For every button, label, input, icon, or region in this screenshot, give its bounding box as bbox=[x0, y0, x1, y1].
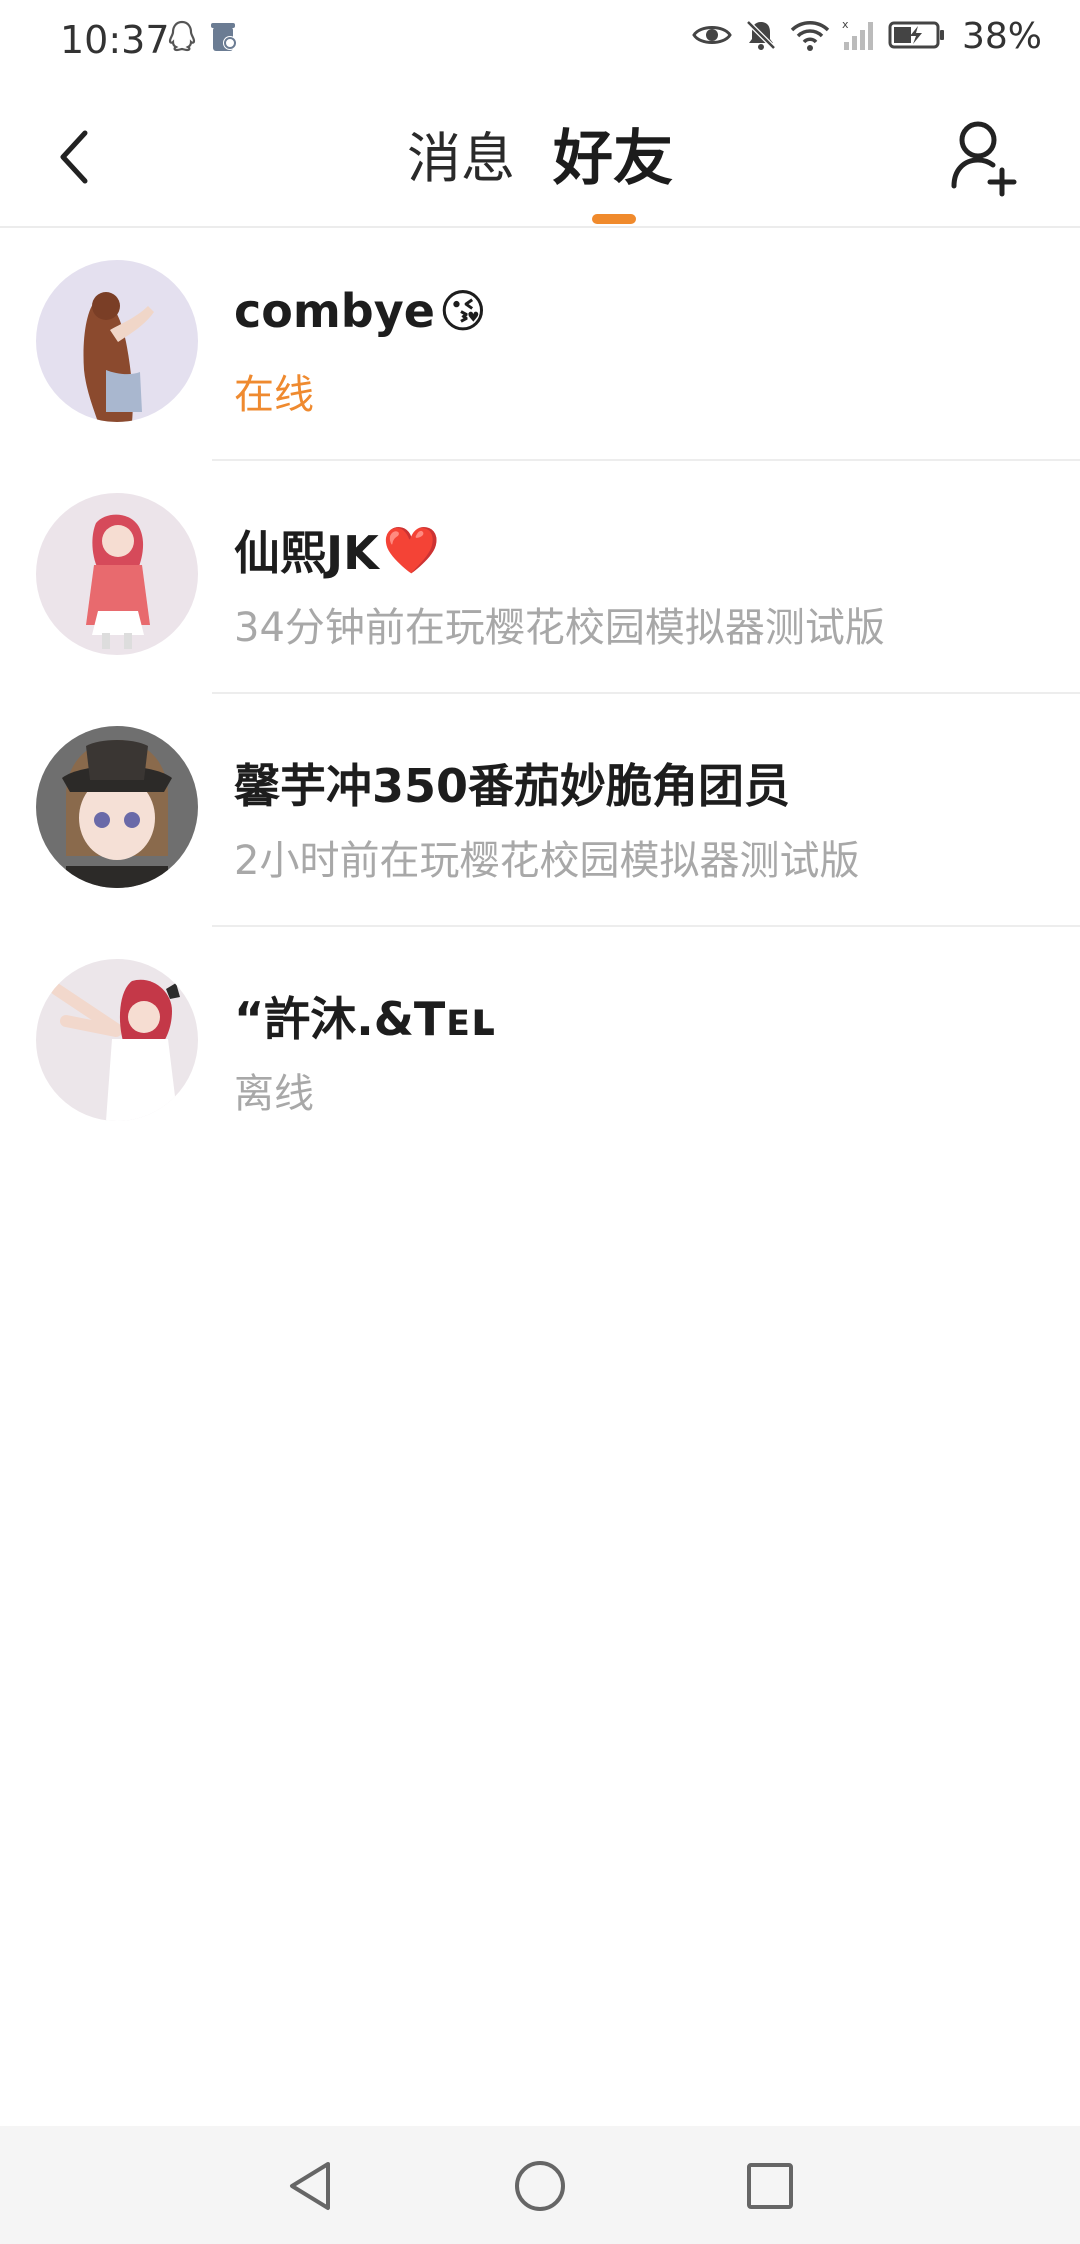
friend-item[interactable]: 馨芋冲350番茄妙脆角团员 2小时前在玩樱花校园模拟器测试版 bbox=[0, 694, 1080, 927]
friend-item[interactable]: combye 😘 在线 bbox=[0, 228, 1080, 461]
avatar bbox=[36, 260, 198, 422]
friend-name: “許沐.&Tᴇʟ bbox=[234, 992, 496, 1046]
square-recents-icon bbox=[747, 2163, 793, 2209]
triangle-back-icon bbox=[290, 2162, 330, 2210]
avatar bbox=[36, 726, 198, 888]
add-friend-button[interactable] bbox=[948, 118, 1020, 198]
qq-icon bbox=[168, 20, 196, 58]
friend-list: combye 😘 在线 仙熙JK ❤️ 34分钟前在玩樱花校园模拟器测试版 馨芋… bbox=[0, 228, 1080, 1160]
tab-messages[interactable]: 消息 bbox=[407, 114, 515, 197]
friend-status: 34分钟前在玩樱花校园模拟器测试版 bbox=[234, 605, 885, 651]
tab-friends[interactable]: 好友 bbox=[553, 110, 673, 197]
friend-status: 离线 bbox=[234, 1071, 314, 1117]
mute-icon bbox=[744, 18, 778, 56]
friend-status: 2小时前在玩樱花校园模拟器测试版 bbox=[234, 838, 860, 884]
header: 消息 好友 bbox=[0, 84, 1080, 228]
eye-icon bbox=[692, 21, 732, 53]
system-nav-bar bbox=[0, 2126, 1080, 2244]
cleaner-icon bbox=[210, 21, 240, 57]
signal-icon: x bbox=[842, 18, 876, 56]
svg-text:x: x bbox=[842, 18, 849, 31]
friend-name: combye 😘 bbox=[234, 284, 487, 338]
friend-item[interactable]: “許沐.&Tᴇʟ 离线 bbox=[0, 927, 1080, 1160]
friend-name: 馨芋冲350番茄妙脆角团员 bbox=[234, 759, 791, 813]
nav-home-button[interactable] bbox=[510, 2156, 570, 2216]
battery-icon bbox=[888, 20, 946, 54]
battery-percent: 38% bbox=[961, 16, 1042, 57]
friend-item[interactable]: 仙熙JK ❤️ 34分钟前在玩樱花校园模拟器测试版 bbox=[0, 461, 1080, 694]
kiss-emoji: 😘 bbox=[438, 284, 487, 338]
tab-bar: 消息 好友 bbox=[0, 114, 1080, 197]
nav-back-button[interactable] bbox=[280, 2156, 340, 2216]
avatar bbox=[36, 493, 198, 655]
friend-status: 在线 bbox=[234, 372, 314, 418]
circle-home-icon bbox=[515, 2161, 565, 2211]
wifi-icon bbox=[790, 18, 830, 56]
nav-recents-button[interactable] bbox=[740, 2156, 800, 2216]
heart-emoji: ❤️ bbox=[382, 522, 441, 577]
add-user-icon bbox=[951, 121, 1017, 197]
status-time: 10:37 bbox=[60, 18, 170, 62]
friend-name: 仙熙JK ❤️ bbox=[234, 522, 441, 581]
avatar bbox=[36, 959, 198, 1121]
status-bar: 10:37 x 38% bbox=[0, 0, 1080, 84]
active-tab-indicator bbox=[592, 214, 636, 224]
